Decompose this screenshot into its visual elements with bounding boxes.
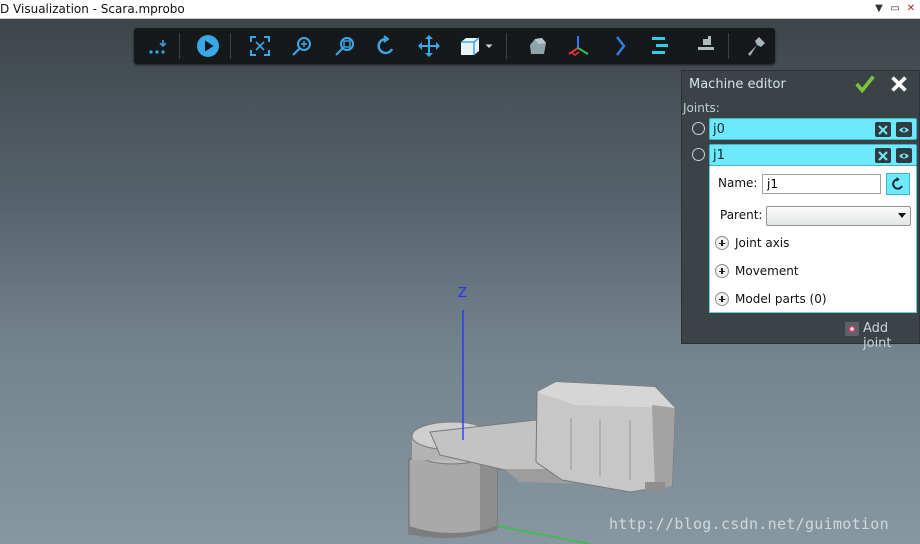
joint-name: j0 <box>713 122 725 137</box>
chevron-down-icon <box>898 213 906 218</box>
delete-joint-button[interactable] <box>875 148 891 163</box>
add-joint-icon <box>845 322 859 336</box>
refresh-icon <box>892 177 903 190</box>
section-label: Movement <box>735 264 799 278</box>
pan-button[interactable] <box>415 32 443 60</box>
axes-icon <box>568 36 589 56</box>
joint-detail-panel: Name: Parent: Joint axis Movement Model … <box>709 166 917 313</box>
close-window-icon[interactable]: ✕ <box>902 0 920 18</box>
toolbar-separator <box>506 33 507 59</box>
joint-header[interactable]: j0 <box>709 118 917 140</box>
section-label: Model parts (0) <box>735 292 827 306</box>
model-icon <box>530 38 546 54</box>
toggle-visibility-button[interactable] <box>896 122 912 137</box>
parent-label: Parent: <box>720 208 763 222</box>
cube-icon <box>461 37 480 55</box>
view-cube-button[interactable] <box>456 32 484 60</box>
section-movement[interactable]: Movement <box>715 262 905 282</box>
fit-view-icon <box>250 36 270 56</box>
z-axis-label: Z <box>458 286 467 301</box>
pan-icon <box>418 35 440 57</box>
fit-view-button[interactable] <box>246 32 274 60</box>
toolbar-separator <box>728 33 729 59</box>
delete-joint-button[interactable] <box>875 122 891 137</box>
joint-name: j1 <box>713 148 725 163</box>
wrench-icon <box>748 37 765 56</box>
tools-button[interactable] <box>742 32 770 60</box>
zoom-icon <box>292 37 311 56</box>
zoom-window-icon <box>335 37 354 56</box>
window-title-bar: D Visualization - Scara.mprobo ▼ ▭ ✕ <box>0 0 920 19</box>
machine-editor-title: Machine editor <box>689 77 786 92</box>
joint-row-j1[interactable]: j1 <box>690 144 920 166</box>
play-button[interactable] <box>194 32 222 60</box>
joint-name-input[interactable] <box>762 174 881 194</box>
checkmark-icon[interactable] <box>854 73 876 95</box>
delete-icon <box>878 124 888 135</box>
section-model-parts[interactable]: Model parts (0) <box>715 290 905 310</box>
layers-icon <box>652 37 668 54</box>
toolbar-separator <box>230 33 231 59</box>
x-axis-line <box>496 525 591 544</box>
chevron-right-icon <box>616 36 626 56</box>
joint-radio[interactable] <box>692 122 705 135</box>
add-joint-button[interactable]: Add joint <box>842 319 920 351</box>
more-options-button[interactable] <box>144 32 172 60</box>
toggle-visibility-button[interactable] <box>896 148 912 163</box>
rotate-button[interactable] <box>372 32 400 60</box>
watermark-text: http://blog.csdn.net/guimotion <box>609 515 889 533</box>
add-joint-label: Add joint <box>863 321 892 351</box>
machine-editor-panel: Machine editor Joints: j0 j1 Name: j1 Pa… <box>681 70 920 351</box>
play-icon <box>197 35 219 57</box>
toolbar-separator <box>179 33 180 59</box>
chevron-down-icon <box>485 44 493 48</box>
section-label: Joint axis <box>735 236 790 250</box>
machine-icon <box>698 36 714 50</box>
eye-icon <box>899 153 909 158</box>
parent-select[interactable] <box>766 206 911 226</box>
expand-plus-icon[interactable] <box>715 264 729 278</box>
rotate-icon <box>377 35 394 55</box>
section-joint-axis[interactable]: Joint axis <box>715 234 905 254</box>
joint-radio[interactable] <box>692 148 705 161</box>
view-toolbar <box>134 28 775 64</box>
machine-editor-header: Machine editor <box>682 71 919 97</box>
reset-name-button[interactable] <box>886 173 910 195</box>
eye-icon <box>899 127 909 132</box>
expand-plus-icon[interactable] <box>715 236 729 250</box>
window-title: D Visualization - Scara.mprobo <box>0 2 185 16</box>
next-button[interactable] <box>606 32 634 60</box>
expand-plus-icon[interactable] <box>715 292 729 306</box>
name-label: Name: <box>718 176 758 190</box>
frames-button[interactable] <box>564 32 592 60</box>
delete-icon <box>878 150 888 161</box>
zoom-window-button[interactable] <box>331 32 359 60</box>
view-cube-dropdown-button[interactable] <box>482 32 496 60</box>
joints-label: Joints: <box>683 101 720 115</box>
joint-row-j0[interactable]: j0 <box>690 118 920 140</box>
joint-header[interactable]: j1 <box>709 144 917 166</box>
machine-button[interactable] <box>692 32 720 60</box>
close-icon[interactable] <box>888 73 910 95</box>
zoom-button[interactable] <box>288 32 316 60</box>
model-button[interactable] <box>524 32 552 60</box>
more-icon <box>149 40 167 54</box>
layers-button[interactable] <box>646 32 674 60</box>
